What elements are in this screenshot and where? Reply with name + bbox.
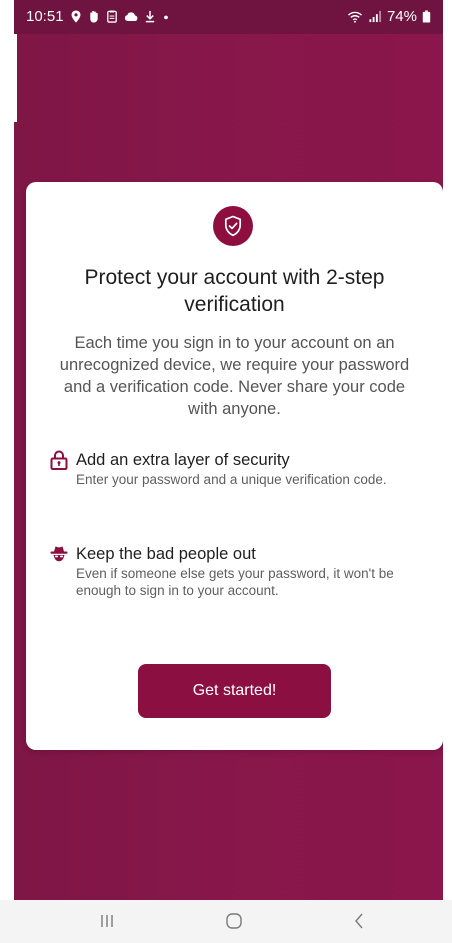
spy-icon: [50, 544, 68, 564]
status-right: 74%: [347, 8, 431, 25]
get-started-button[interactable]: Get started!: [138, 664, 331, 718]
signal-icon: [368, 10, 382, 23]
feature-security-description: Enter your password and a unique verific…: [76, 472, 387, 487]
dot-icon: [162, 10, 170, 23]
shield-check-icon: [213, 206, 253, 246]
status-time: 10:51: [26, 8, 64, 25]
system-nav-bar: [0, 900, 452, 943]
battery-percent: 74%: [386, 8, 417, 25]
lock-icon: [50, 450, 68, 470]
feature-bad-people-description: Even if someone else gets your password,…: [76, 566, 394, 598]
wifi-icon: [347, 10, 363, 23]
battery-icon: [422, 10, 431, 23]
feature-security-title: Add an extra layer of security: [76, 451, 290, 469]
status-bar: 10:51 74%: [14, 0, 443, 34]
hand-icon: [88, 10, 100, 23]
clipboard-icon: [106, 10, 118, 23]
edge-highlight: [14, 34, 17, 122]
two-step-card: Protect your account with 2-step verific…: [26, 182, 443, 750]
location-icon: [70, 10, 82, 23]
app-screen: 10:51 74% Protect your account with 2-st…: [14, 0, 443, 900]
recent-apps-icon[interactable]: [92, 908, 122, 934]
download-icon: [144, 10, 156, 23]
home-icon[interactable]: [219, 908, 249, 934]
card-title: Protect your account with 2-step verific…: [84, 266, 385, 316]
back-icon[interactable]: [344, 908, 374, 934]
feature-bad-people-title: Keep the bad people out: [76, 545, 256, 563]
feature-security: Add an extra layer of security Enter you…: [50, 449, 402, 488]
status-left: 10:51: [26, 8, 170, 25]
cloud-icon: [124, 10, 138, 23]
card-intro: Each time you sign in to your account on…: [59, 334, 410, 418]
feature-bad-people: Keep the bad people out Even if someone …: [50, 543, 402, 599]
